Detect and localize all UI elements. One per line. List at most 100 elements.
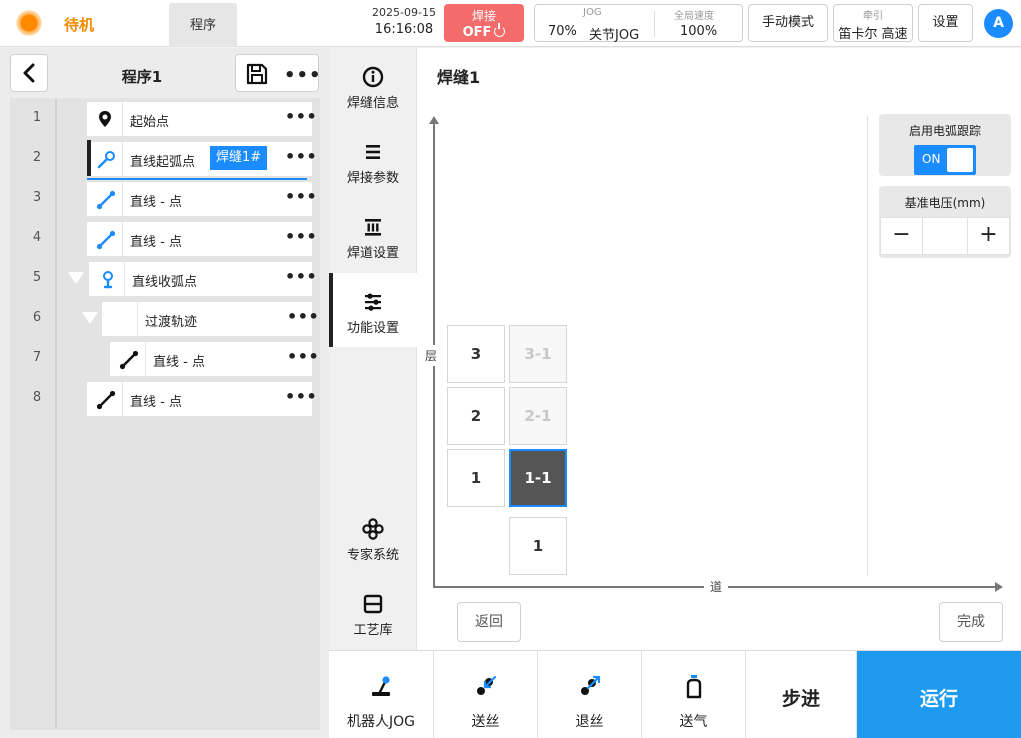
avatar[interactable]: A — [984, 9, 1013, 38]
row-more-button[interactable]: ••• — [285, 267, 317, 286]
program-row-2[interactable]: 2 直线起弧点 焊缝1# ••• — [0, 140, 320, 176]
run-label: 运行 — [919, 688, 958, 710]
layer-cell-1[interactable]: 1 — [447, 449, 505, 507]
done-button[interactable]: 完成 — [939, 602, 1003, 642]
program-row-1[interactable]: 1 起始点 ••• — [0, 100, 320, 136]
layer-cell-2[interactable]: 2 — [447, 387, 505, 445]
jog-divider — [654, 11, 655, 37]
datetime: 2025-09-15 16:16:08 — [366, 6, 442, 37]
menu-item-pass-settings[interactable]: 焊道设置 — [329, 198, 417, 272]
row-number: 5 — [32, 270, 42, 285]
program-toolbar: ••• — [235, 54, 322, 92]
save-icon[interactable] — [246, 63, 268, 85]
traction-button[interactable]: 牵引 笛卡尔 高速 — [833, 4, 913, 42]
row-number: 8 — [32, 390, 42, 405]
robot-jog-button[interactable]: 机器人JOG — [329, 651, 434, 738]
row-label: 起始点 — [130, 115, 170, 130]
menu-item-label: 焊缝信息 — [346, 96, 399, 111]
base-voltage-stepper: − + — [880, 217, 1010, 255]
line-point-icon — [96, 230, 116, 250]
pass-column-1[interactable]: 1 — [509, 517, 567, 575]
base-voltage-value[interactable] — [923, 218, 969, 254]
menu-item-label: 专家系统 — [346, 548, 399, 563]
menu-item-process-library[interactable]: 工艺库 — [329, 575, 417, 649]
jog-speed-panel[interactable]: JOG 70% 关节JOG 全局速度 100% — [534, 4, 743, 43]
menu-item-expert-system[interactable]: 专家系统 — [329, 500, 417, 574]
row-label: 直线 - 点 — [130, 395, 182, 410]
menu-item-function-settings[interactable]: 功能设置 — [329, 273, 417, 347]
feed-wire-label: 送丝 — [471, 714, 500, 730]
pass-cell-2-1[interactable]: 2-1 — [509, 387, 567, 445]
row-more-button[interactable]: ••• — [287, 307, 319, 326]
seam-tag[interactable]: 焊缝1# — [210, 146, 268, 170]
back-return-button[interactable]: 返回 — [457, 602, 521, 642]
row-more-button[interactable]: ••• — [285, 227, 317, 246]
base-voltage-panel: 基准电压(mm) − + — [879, 186, 1011, 258]
status-text: 待机 — [64, 16, 95, 34]
program-row-7[interactable]: 7 直线 - 点 ••• — [0, 340, 320, 376]
menu-item-seam-info[interactable]: 焊缝信息 — [329, 48, 417, 122]
y-axis-label: 层 — [425, 345, 438, 366]
program-row-6[interactable]: 6 过渡轨迹 ••• — [0, 300, 320, 336]
menu-item-weld-params[interactable]: 焊接参数 — [329, 123, 417, 197]
row-label: 过渡轨迹 — [145, 315, 198, 330]
gas-label: 送气 — [679, 714, 708, 730]
weld-toggle-button[interactable]: 焊接 OFF — [444, 4, 524, 42]
manual-mode-button[interactable]: 手动模式 — [748, 4, 828, 42]
program-row-5[interactable]: 5 直线收弧点 ••• — [0, 260, 320, 296]
weld-torch-start-icon — [97, 151, 115, 169]
date-text: 2025-09-15 — [372, 6, 436, 19]
pass-cell-1-1[interactable]: 1-1 — [509, 449, 567, 507]
pass-cell-3-1[interactable]: 3-1 — [509, 325, 567, 383]
row-more-button[interactable]: ••• — [285, 107, 317, 126]
selected-row-indicator — [87, 140, 91, 176]
row-number: 3 — [32, 190, 42, 205]
row-more-button[interactable]: ••• — [287, 347, 319, 366]
run-button[interactable]: 运行 — [857, 651, 1021, 738]
app-root: 待机 程序 2025-09-15 16:16:08 焊接 OFF JOG 70%… — [0, 0, 1021, 738]
base-voltage-label: 基准电压(mm) — [904, 196, 986, 210]
gas-button[interactable]: 送气 — [642, 651, 746, 738]
row-label: 直线起弧点 — [130, 155, 196, 170]
collapse-triangle-icon[interactable] — [82, 312, 98, 324]
increment-button[interactable]: + — [967, 218, 1009, 254]
feed-wire-button[interactable]: 送丝 — [434, 651, 538, 738]
arc-tracking-panel: 启用电弧跟踪 ON — [879, 114, 1011, 176]
traction-value: 笛卡尔 高速 — [838, 27, 908, 42]
row-more-button[interactable]: ••• — [285, 387, 317, 406]
function-menu: 焊缝信息 焊接参数 焊道设置 功能设置 专家系统 工艺库 — [329, 48, 417, 650]
global-speed-label: 全局速度 — [674, 11, 714, 22]
decrement-button[interactable]: − — [881, 218, 923, 254]
line-point-icon — [119, 350, 139, 370]
row-more-button[interactable]: ••• — [285, 187, 317, 206]
settings-button[interactable]: 设置 — [918, 4, 973, 42]
power-icon — [494, 23, 506, 37]
row-more-button[interactable]: ••• — [285, 147, 317, 166]
row-label: 直线 - 点 — [130, 235, 182, 250]
collapse-triangle-icon[interactable] — [68, 272, 84, 284]
robot-jog-label: 机器人JOG — [347, 714, 415, 730]
tab-program[interactable]: 程序 — [169, 3, 237, 47]
weld-pass-icon — [365, 219, 381, 236]
row-label: 直线 - 点 — [130, 195, 182, 210]
global-speed: 100% — [680, 24, 718, 39]
program-row-3[interactable]: 3 直线 - 点 ••• — [0, 180, 320, 216]
row-number: 4 — [32, 230, 42, 245]
retract-wire-button[interactable]: 退丝 — [538, 651, 642, 738]
feed-wire-icon — [476, 675, 496, 695]
row-number: 2 — [32, 150, 42, 165]
arc-tracking-toggle[interactable]: ON — [914, 145, 976, 175]
program-row-8[interactable]: 8 直线 - 点 ••• — [0, 380, 320, 416]
program-more-button[interactable]: ••• — [284, 65, 322, 86]
status-indicator-icon — [16, 10, 42, 36]
program-row-4[interactable]: 4 直线 - 点 ••• — [0, 220, 320, 256]
time-text: 16:16:08 — [374, 22, 434, 37]
page-title: 焊缝1 — [437, 68, 481, 87]
arc-tracking-label: 启用电弧跟踪 — [908, 124, 981, 138]
toggle-knob — [947, 148, 973, 172]
back-button[interactable] — [10, 54, 48, 92]
joystick-icon — [372, 676, 390, 696]
layer-cell-3[interactable]: 3 — [447, 325, 505, 383]
jog-mode: 关节JOG — [589, 28, 640, 43]
step-button[interactable]: 步进 — [746, 651, 857, 738]
